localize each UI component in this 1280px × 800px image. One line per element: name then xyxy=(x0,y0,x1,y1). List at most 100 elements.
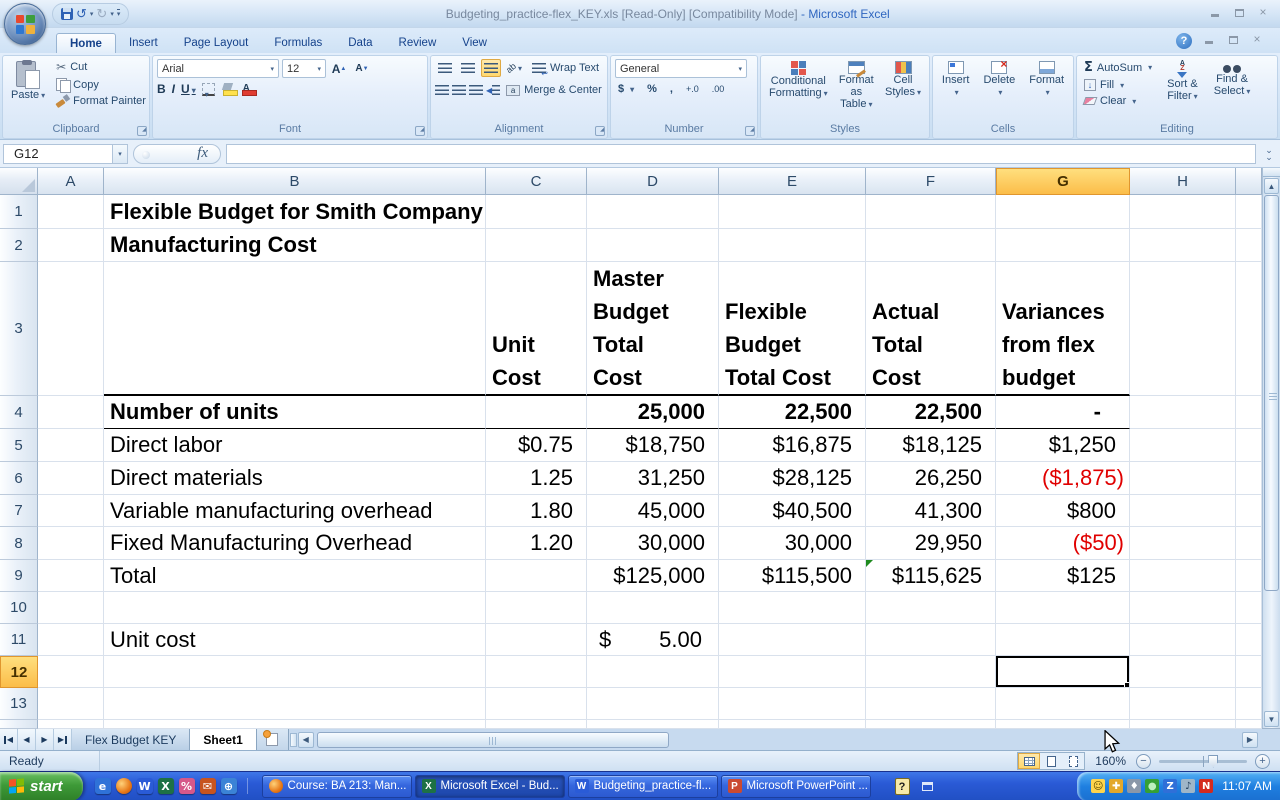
cell-G4[interactable]: - xyxy=(996,396,1130,429)
cell-E12[interactable] xyxy=(719,656,866,688)
cell-C1[interactable] xyxy=(486,195,587,229)
cell-E11[interactable] xyxy=(719,624,866,656)
row-header-10[interactable]: 10 xyxy=(0,592,38,624)
cell-B5[interactable]: Direct labor xyxy=(104,429,486,462)
cell-D3[interactable]: Master Budget Total Cost xyxy=(587,262,719,396)
scroll-left-icon[interactable]: ◀ xyxy=(298,732,314,748)
cell-H2[interactable] xyxy=(1130,229,1236,262)
decrease-decimal-button[interactable]: .00 xyxy=(709,83,728,95)
grow-font-button[interactable]: A▲ xyxy=(329,60,349,78)
row-header-11[interactable]: 11 xyxy=(0,624,38,656)
vertical-split-handle[interactable] xyxy=(1263,168,1280,177)
format-as-table-button[interactable]: Formatas Table xyxy=(834,59,879,123)
next-sheet-button[interactable]: ▶ xyxy=(36,729,54,750)
novell-icon[interactable]: N xyxy=(1199,779,1213,793)
cell-D12[interactable] xyxy=(587,656,719,688)
cell-C13[interactable] xyxy=(486,688,587,720)
cell-F[interactable] xyxy=(866,720,996,729)
cell-E10[interactable] xyxy=(719,592,866,624)
workbook-close-icon[interactable]: × xyxy=(1248,34,1266,47)
ribbon-tab-data[interactable]: Data xyxy=(335,33,385,53)
align-right-button[interactable] xyxy=(469,81,483,99)
cell-E5[interactable]: $16,875 xyxy=(719,429,866,462)
row-header-3[interactable]: 3 xyxy=(0,262,38,396)
cell-C[interactable] xyxy=(486,720,587,729)
number-dialog-launcher[interactable] xyxy=(745,126,755,136)
column-header-partial[interactable] xyxy=(1236,168,1262,195)
cell-E[interactable] xyxy=(719,720,866,729)
cell-styles-button[interactable]: CellStyles xyxy=(881,59,925,123)
sheet-tab-flex-budget-key[interactable]: Flex Budget KEY xyxy=(72,729,190,750)
scroll-down-icon[interactable]: ▼ xyxy=(1264,711,1279,727)
cell-H4[interactable] xyxy=(1130,396,1236,429)
cell-E8[interactable]: 30,000 xyxy=(719,527,866,560)
cell-F11[interactable] xyxy=(866,624,996,656)
name-box-dropdown[interactable]: ▾ xyxy=(113,144,128,164)
cell-E4[interactable]: 22,500 xyxy=(719,396,866,429)
bold-button[interactable]: B xyxy=(157,82,166,96)
zoom-slider[interactable] xyxy=(1159,760,1247,763)
cell-A1[interactable] xyxy=(38,195,104,229)
cell-C2[interactable] xyxy=(486,229,587,262)
cell-F8[interactable]: 29,950 xyxy=(866,527,996,560)
cell-D4[interactable]: 25,000 xyxy=(587,396,719,429)
cell-B[interactable] xyxy=(104,720,486,729)
cell-F9[interactable]: $115,625 xyxy=(866,560,996,592)
zoom-out-button[interactable]: − xyxy=(1136,754,1151,769)
row-header-9[interactable]: 9 xyxy=(0,560,38,592)
cell-E9[interactable]: $115,500 xyxy=(719,560,866,592)
conditional-formatting-button[interactable]: ConditionalFormatting xyxy=(765,59,832,123)
page-layout-view-button[interactable] xyxy=(1040,753,1062,769)
cell-H12[interactable] xyxy=(1130,656,1236,688)
cell-B10[interactable] xyxy=(104,592,486,624)
font-color-button[interactable]: A xyxy=(240,83,253,96)
shield-icon[interactable]: ✚ xyxy=(1109,779,1123,793)
cell-A11[interactable] xyxy=(38,624,104,656)
cell-G5[interactable]: $1,250 xyxy=(996,429,1130,462)
internet-explorer-icon[interactable]: e xyxy=(95,778,111,794)
cell-G12[interactable] xyxy=(996,656,1130,688)
cell-F4[interactable]: 22,500 xyxy=(866,396,996,429)
previous-sheet-button[interactable]: ◀ xyxy=(18,729,36,750)
italic-button[interactable]: I xyxy=(172,82,175,96)
orientation-button[interactable]: ab xyxy=(504,59,524,77)
vertical-scrollbar[interactable]: ▲ ▼ xyxy=(1262,168,1280,728)
row-header-5[interactable]: 5 xyxy=(0,429,38,462)
redo-dropdown[interactable]: ▾ xyxy=(110,10,114,18)
taskbar-help-icon[interactable]: ? xyxy=(895,778,910,795)
row-header-1[interactable]: 1 xyxy=(0,195,38,229)
formula-input[interactable] xyxy=(226,144,1256,164)
font-size-select[interactable]: 12▾ xyxy=(282,59,326,78)
cell-F3[interactable]: Actual Total Cost xyxy=(866,262,996,396)
cell-pad-8[interactable] xyxy=(1236,527,1262,560)
volume-icon[interactable]: ♪ xyxy=(1181,779,1195,793)
cell-G3[interactable]: Variances from flex budget xyxy=(996,262,1130,396)
cell-B7[interactable]: Variable manufacturing overhead xyxy=(104,495,486,527)
cell-E6[interactable]: $28,125 xyxy=(719,462,866,495)
close-icon[interactable]: × xyxy=(1254,7,1272,20)
wrap-text-button[interactable]: Wrap Text xyxy=(529,61,602,75)
cell-B12[interactable] xyxy=(104,656,486,688)
fill-button[interactable]: ↓Fill xyxy=(1081,78,1155,92)
cell-pad-4[interactable] xyxy=(1236,396,1262,429)
cell-D9[interactable]: $125,000 xyxy=(587,560,719,592)
cell-pad-12[interactable] xyxy=(1236,656,1262,688)
font-dialog-launcher[interactable] xyxy=(415,126,425,136)
cell-pad-9[interactable] xyxy=(1236,560,1262,592)
cell-G8[interactable]: ($50) xyxy=(996,527,1130,560)
cell-C6[interactable]: 1.25 xyxy=(486,462,587,495)
cell-D7[interactable]: 45,000 xyxy=(587,495,719,527)
cell-H5[interactable] xyxy=(1130,429,1236,462)
cell-A10[interactable] xyxy=(38,592,104,624)
cell-G9[interactable]: $125 xyxy=(996,560,1130,592)
ribbon-tab-formulas[interactable]: Formulas xyxy=(261,33,335,53)
cell-F10[interactable] xyxy=(866,592,996,624)
percent-format-button[interactable]: % xyxy=(644,82,660,96)
cell-A9[interactable] xyxy=(38,560,104,592)
cell-B1[interactable]: Flexible Budget for Smith Company xyxy=(104,195,486,229)
vertical-scroll-thumb[interactable] xyxy=(1264,195,1279,591)
alignment-dialog-launcher[interactable] xyxy=(595,126,605,136)
ribbon-tab-home[interactable]: Home xyxy=(56,33,116,53)
cell-C3[interactable]: Unit Cost xyxy=(486,262,587,396)
cell-C9[interactable] xyxy=(486,560,587,592)
